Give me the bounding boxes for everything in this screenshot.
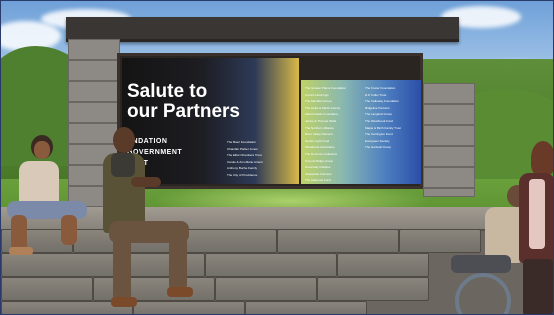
partner-name: The Carrington Fund: [365, 132, 393, 137]
partner-name: The Foster Foundation: [365, 86, 396, 90]
wall-stone: [1, 277, 93, 301]
partner-name: The Calloway Foundation: [365, 99, 400, 104]
wall-stone: [337, 253, 429, 277]
wall-stone: [317, 277, 429, 301]
partner-name: Anthony Buche Family: [227, 166, 258, 171]
partner-name: The Hollis & Martin Family: [305, 105, 341, 110]
wall-stone: [215, 277, 317, 301]
partner-name: The Greater Plains Foundation: [305, 86, 347, 90]
partner-name: Clearwater Partners: [305, 171, 332, 176]
seated-woman: [1, 131, 101, 271]
partner-name: Lincoln Hutchings: [305, 92, 329, 97]
partner-name: The City of Providence: [227, 172, 258, 177]
name-list-left: The Boeri Foundation Chandler Parker Jon…: [227, 140, 263, 180]
wall-stone: [277, 229, 399, 253]
partner-name: River Valley Partners: [305, 132, 333, 137]
partner-name: Maple & Birch Family Trust: [365, 125, 401, 130]
seated-man: [91, 125, 201, 314]
sign-roof-beam: [66, 17, 459, 42]
partner-name: The Hartwell Group: [365, 145, 392, 150]
stone-pillar-right: [423, 83, 475, 197]
partner-name: Abbott Fields Foundation: [305, 112, 339, 117]
partner-name: The Boeri Foundation: [227, 140, 256, 144]
partner-name: Chandler Parker Jones: [227, 146, 258, 151]
partner-name: The Langford Group: [365, 112, 393, 117]
name-list-right: The Foster Foundation R.P. Fuller Trust …: [365, 86, 401, 152]
wall-stone: [205, 253, 337, 277]
partner-name: R.P. Fuller Trust: [365, 92, 387, 97]
wall-stone: [245, 301, 367, 314]
partner-name: Janice & Thomas Wells: [305, 118, 337, 123]
partner-name: The Dunmore Collective: [305, 151, 338, 156]
partner-name: Harbor Light Fund: [305, 138, 330, 143]
partner-name: Evergreen Society: [365, 138, 390, 143]
partner-name: Ridgeline Partners: [365, 105, 390, 110]
sign-panel-right: The Greater Plains Foundation Lincoln Hu…: [301, 80, 421, 184]
partner-name: Greenway Initiative: [305, 165, 331, 170]
partner-name: The Elliot Chambers Trust: [227, 153, 262, 158]
standing-woman: [509, 139, 553, 314]
partner-name: Westbrook Associates: [305, 145, 335, 150]
name-list-center: The Greater Plains Foundation Lincoln Hu…: [305, 86, 346, 184]
partner-name: Summit Ridge Group: [305, 158, 334, 163]
partner-name: The Meridian Group: [305, 99, 332, 104]
scene: Salute to our Partners UNDATION GOVERNME…: [0, 0, 554, 315]
partner-name: Carole & Ann-Marie Arrenti: [227, 159, 263, 164]
partner-name: The Westbrook Fund: [365, 118, 393, 123]
partner-name: The Oakmont Fund: [305, 178, 331, 183]
sign-title: Salute to our Partners: [127, 81, 240, 122]
partner-name: The Northern Alliance: [305, 125, 334, 130]
